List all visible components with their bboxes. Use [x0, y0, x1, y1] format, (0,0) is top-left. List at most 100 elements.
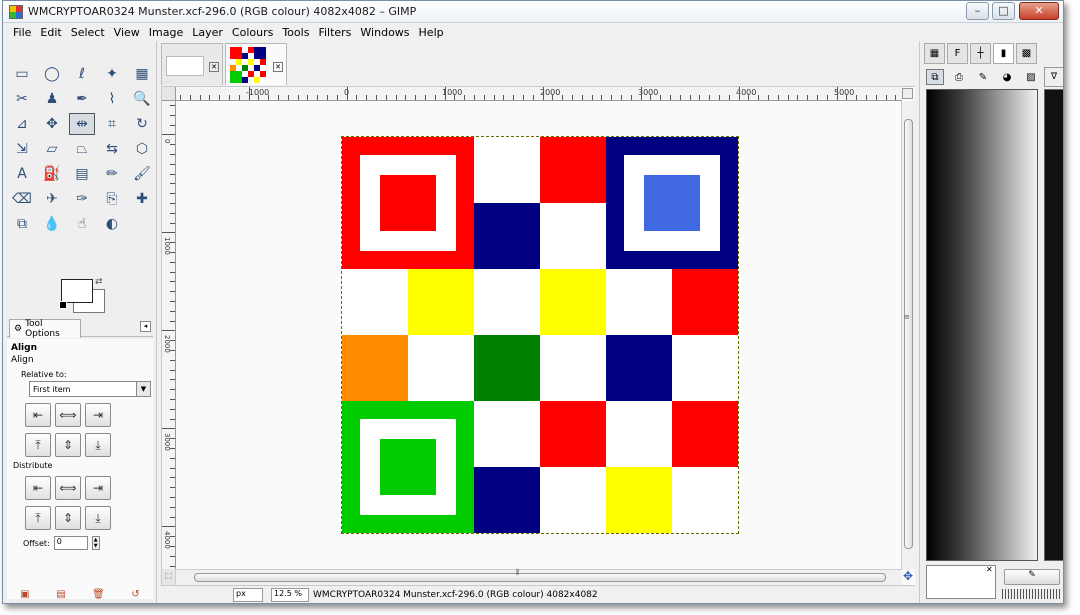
offset-spin-arrows[interactable]: ▲ ▼	[91, 536, 100, 550]
move-icon[interactable]: ✥	[39, 113, 65, 135]
menu-filters[interactable]: Filters	[318, 26, 351, 39]
lasso-icon[interactable]: ℓ	[69, 63, 95, 85]
gradient-preview[interactable]	[926, 89, 1038, 561]
swap-colors-icon[interactable]: ⇄	[95, 277, 103, 287]
align-button-2[interactable]: ⇕	[55, 433, 81, 457]
align-button-3[interactable]: ⇥	[85, 403, 111, 427]
shear-icon[interactable]: ▱	[39, 138, 65, 160]
rect-select-icon[interactable]: ▭	[9, 63, 35, 85]
heal-icon[interactable]: ✚	[129, 188, 155, 210]
align-icon[interactable]: ⇹	[69, 113, 95, 135]
image-tab-munster[interactable]: ✕	[225, 43, 287, 85]
menu-windows[interactable]: Windows	[360, 26, 409, 39]
menu-select[interactable]: Select	[71, 26, 105, 39]
scissors-icon[interactable]: ✂	[9, 88, 35, 110]
default-colors-icon[interactable]	[59, 301, 67, 309]
image-tab-blank[interactable]: ✕	[161, 43, 223, 85]
eraser-icon[interactable]: ⌫	[9, 188, 35, 210]
align-button-1[interactable]: ⤒	[25, 433, 51, 457]
delete-options-icon[interactable]: 🗑	[92, 589, 105, 603]
distribute-button-2[interactable]: ⇕	[55, 506, 81, 530]
vertical-scrollbar[interactable]: ≡	[901, 101, 915, 569]
vertical-scroll-thumb[interactable]	[904, 119, 913, 549]
scale-icon[interactable]: ⇲	[9, 138, 35, 160]
menu-tools[interactable]: Tools	[282, 26, 309, 39]
rotate-icon[interactable]: ↻	[129, 113, 155, 135]
foreground-color-swatch[interactable]	[61, 279, 93, 303]
close-icon[interactable]: ✕	[986, 565, 993, 574]
zoom-follow-icon[interactable]	[902, 88, 913, 99]
dodge-burn-icon[interactable]: ◐	[99, 213, 125, 235]
color-select-icon[interactable]: ▦	[129, 63, 155, 85]
save-options-icon[interactable]: ▣	[20, 589, 29, 603]
align-button-2[interactable]: ⟺	[55, 403, 81, 427]
menu-layer[interactable]: Layer	[192, 26, 223, 39]
blur-icon[interactable]: 💧	[39, 213, 65, 235]
tab-tool-options[interactable]: ⚙ Tool Options	[9, 319, 81, 339]
tab-brushes[interactable]: ┼	[970, 43, 991, 64]
menu-help[interactable]: Help	[419, 26, 444, 39]
ink-icon[interactable]: ✑	[69, 188, 95, 210]
clone-icon[interactable]: ⎘	[99, 188, 125, 210]
distribute-button-3[interactable]: ⤓	[85, 506, 111, 530]
dock-side-tab[interactable]: ∇	[1044, 67, 1063, 87]
reset-options-icon[interactable]: ↺	[131, 589, 139, 603]
blend-icon[interactable]: ▤	[69, 163, 95, 185]
tab-gradients[interactable]: ▮	[993, 43, 1014, 64]
bucket-fill-icon[interactable]: ⛽	[39, 163, 65, 185]
maximize-button[interactable]: □	[992, 2, 1015, 20]
zoom-selector[interactable]: 12.5 %	[271, 587, 309, 602]
color-wheel-icon[interactable]: ◕	[998, 69, 1016, 85]
palette-icon[interactable]: ▨	[1022, 69, 1040, 85]
cage-icon[interactable]: ⬡	[129, 138, 155, 160]
minimize-button[interactable]: –	[966, 2, 989, 20]
horizontal-ruler[interactable]: -1000010002000300040005000	[176, 87, 902, 101]
close-icon[interactable]: ✕	[209, 62, 219, 72]
distribute-button-1[interactable]: ⤒	[25, 506, 51, 530]
relative-to-dropdown[interactable]: First item ▼	[29, 381, 151, 397]
color-picker-icon[interactable]: ⌇	[99, 88, 125, 110]
restore-options-icon[interactable]: ▤	[56, 589, 65, 603]
close-icon[interactable]: ✕	[273, 62, 283, 72]
fuzzy-select-icon[interactable]: ✦	[99, 63, 125, 85]
layers-icon[interactable]: ⧉	[926, 69, 944, 85]
flip-icon[interactable]: ⇆	[99, 138, 125, 160]
align-button-3[interactable]: ⤓	[85, 433, 111, 457]
menu-image[interactable]: Image	[149, 26, 183, 39]
perspective-clone-icon[interactable]: ⧉	[9, 213, 35, 235]
quick-mask-icon[interactable]: ⬚	[162, 569, 176, 585]
menu-file[interactable]: File	[13, 26, 31, 39]
text-icon[interactable]: A	[9, 163, 35, 185]
distribute-button-2[interactable]: ⟺	[55, 476, 81, 500]
paths-icon[interactable]: ✒	[69, 88, 95, 110]
ruler-corner[interactable]	[162, 87, 176, 101]
munster-image[interactable]	[341, 136, 739, 534]
ellipse-select-icon[interactable]: ◯	[39, 63, 65, 85]
smudge-icon[interactable]: ☝	[69, 213, 95, 235]
tab-patterns[interactable]: ▦	[924, 43, 945, 64]
foreground-select-icon[interactable]: ♟	[39, 88, 65, 110]
edit-gradient-button[interactable]: ✎	[1004, 569, 1060, 585]
align-button-1[interactable]: ⇤	[25, 403, 51, 427]
close-button[interactable]: ✕	[1019, 2, 1059, 20]
crop-icon[interactable]: ⌗	[99, 113, 125, 135]
fg-bg-colors[interactable]: ⇄	[59, 277, 109, 315]
menu-colours[interactable]: Colours	[232, 26, 273, 39]
distribute-button-1[interactable]: ⇤	[25, 476, 51, 500]
airbrush-icon[interactable]: ✈	[39, 188, 65, 210]
navigate-icon[interactable]: ✥	[901, 569, 915, 585]
unit-selector[interactable]: px	[233, 587, 263, 602]
tab-fonts[interactable]: F	[947, 43, 968, 64]
brush-icon[interactable]: ✎	[974, 69, 992, 85]
distribute-button-3[interactable]: ⇥	[85, 476, 111, 500]
panel-menu-icon[interactable]: ◂	[140, 321, 151, 332]
chevron-down-icon[interactable]: ▼	[136, 382, 150, 396]
perspective-icon[interactable]: ⏢	[69, 138, 95, 160]
horizontal-scrollbar[interactable]: ⦀	[176, 568, 902, 585]
tab-palettes[interactable]: ▩	[1016, 43, 1037, 64]
pencil-icon[interactable]: ✏	[99, 163, 125, 185]
menu-view[interactable]: View	[114, 26, 140, 39]
paintbrush-icon[interactable]: 🖌	[129, 163, 155, 185]
canvas-area[interactable]: -1000010002000300040005000 0100020003000…	[161, 87, 915, 585]
offset-input[interactable]: 0	[53, 536, 88, 550]
